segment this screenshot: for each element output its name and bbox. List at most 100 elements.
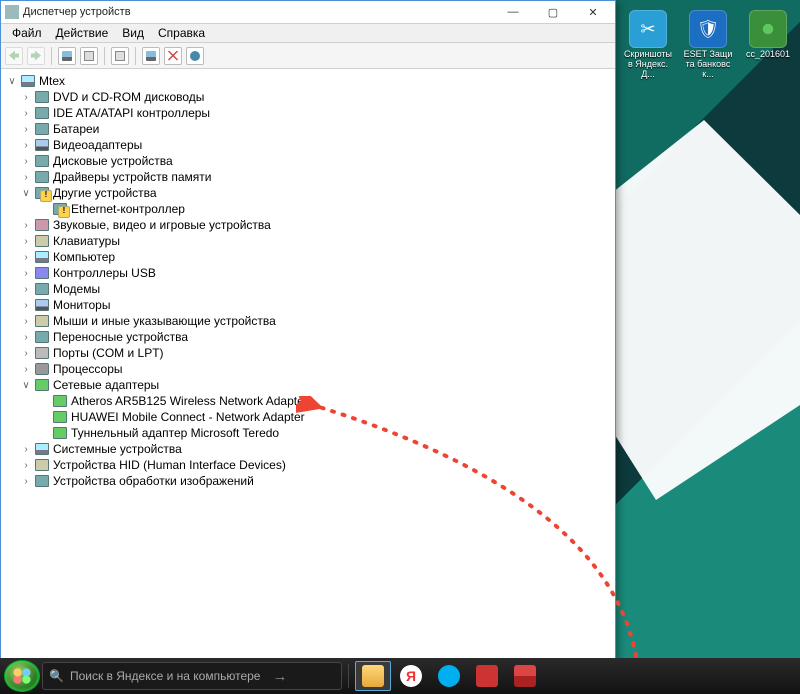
desktop-icon-eset[interactable]: 🛡 ESET Защита банковск... — [682, 10, 734, 80]
desktop-icon-yandex-screenshot[interactable]: ✂ Скриншоты в Яндекс.Д... — [622, 10, 674, 80]
tree-cat-ide[interactable]: ›IDE ATA/ATAPI контроллеры — [3, 105, 613, 121]
tree-cat-modem[interactable]: ›Модемы — [3, 281, 613, 297]
tree-cat-audio[interactable]: ›Звуковые, видео и игровые устройства — [3, 217, 613, 233]
tree-cat-battery[interactable]: ›Батареи — [3, 121, 613, 137]
tree-cat-dvd[interactable]: ›DVD и CD-ROM дисководы — [3, 89, 613, 105]
tree-cat-ports[interactable]: ›Порты (COM и LPT) — [3, 345, 613, 361]
tree-cat-memory-drivers[interactable]: ›Драйверы устройств памяти — [3, 169, 613, 185]
imaging-icon — [34, 474, 50, 488]
tree-label: Мыши и иные указывающие устройства — [53, 314, 276, 328]
yandex-icon: Я — [400, 665, 422, 687]
tree-cat-disk[interactable]: ›Дисковые устройства — [3, 153, 613, 169]
show-hidden-button[interactable] — [58, 47, 76, 65]
tree-cat-hid[interactable]: ›Устройства HID (Human Interface Devices… — [3, 457, 613, 473]
search-icon: 🔍 — [49, 669, 64, 683]
menu-action[interactable]: Действие — [49, 26, 116, 40]
tree-cat-cpu[interactable]: ›Процессоры — [3, 361, 613, 377]
menu-view[interactable]: Вид — [115, 26, 151, 40]
taskbar-skype[interactable] — [431, 661, 467, 691]
monitor-icon — [34, 298, 50, 312]
battery-icon — [34, 122, 50, 136]
toolbar — [1, 43, 615, 69]
arrow-right-icon: → — [272, 668, 287, 685]
start-button[interactable] — [4, 660, 40, 692]
taskbar-yandex[interactable]: Я — [393, 661, 429, 691]
tree-label: Другие устройства — [53, 186, 157, 200]
device-tree[interactable]: ∨Mtex ›DVD и CD-ROM дисководы ›IDE ATA/A… — [1, 69, 615, 659]
keyboard-icon — [34, 234, 50, 248]
tree-cat-video[interactable]: ›Видеоадаптеры — [3, 137, 613, 153]
system-icon — [34, 442, 50, 456]
tree-label: Процессоры — [53, 362, 123, 376]
tree-item-teredo[interactable]: ·Туннельный адаптер Microsoft Teredo — [3, 425, 613, 441]
tree-label: Модемы — [53, 282, 100, 296]
tree-cat-other[interactable]: ∨Другие устройства — [3, 185, 613, 201]
tree-label: Звуковые, видео и игровые устройства — [53, 218, 271, 232]
tree-item-ethernet[interactable]: ·Ethernet-контроллер — [3, 201, 613, 217]
desktop-icons: ✂ Скриншоты в Яндекс.Д... 🛡 ESET Защита … — [622, 10, 794, 80]
menubar: Файл Действие Вид Справка — [1, 23, 615, 43]
properties-button[interactable] — [80, 47, 98, 65]
tree-cat-system[interactable]: ›Системные устройства — [3, 441, 613, 457]
tree-label: Туннельный адаптер Microsoft Teredo — [71, 426, 279, 440]
tree-cat-imaging[interactable]: ›Устройства обработки изображений — [3, 473, 613, 489]
tree-label: Драйверы устройств памяти — [53, 170, 211, 184]
taskbar-app-red[interactable] — [469, 661, 505, 691]
folder-icon — [362, 665, 384, 687]
taskbar-toolbox[interactable] — [507, 661, 543, 691]
tree-label: Мониторы — [53, 298, 110, 312]
network-adapter-icon — [52, 426, 68, 440]
taskbar-explorer[interactable] — [355, 661, 391, 691]
toolbox-icon — [514, 665, 536, 687]
tree-label: Дисковые устройства — [53, 154, 173, 168]
network-adapter-icon — [52, 410, 68, 424]
tree-label: Контроллеры USB — [53, 266, 156, 280]
maximize-button[interactable]: ▢ — [533, 1, 573, 23]
desktop-icon-cc[interactable]: сс_201601 — [742, 10, 794, 80]
tree-label: Видеоадаптеры — [53, 138, 142, 152]
menu-file[interactable]: Файл — [5, 26, 49, 40]
device-manager-window: Диспетчер устройств — ▢ ✕ Файл Действие … — [0, 0, 616, 660]
tree-cat-network[interactable]: ∨Сетевые адаптеры — [3, 377, 613, 393]
scan-hardware-button[interactable] — [186, 47, 204, 65]
mouse-icon — [34, 314, 50, 328]
help-button[interactable] — [111, 47, 129, 65]
tree-label: IDE ATA/ATAPI контроллеры — [53, 106, 210, 120]
forward-button — [27, 47, 45, 65]
display-adapter-icon — [34, 138, 50, 152]
computer-icon — [34, 250, 50, 264]
unknown-device-icon — [52, 202, 68, 216]
tree-label: Устройства HID (Human Interface Devices) — [53, 458, 286, 472]
tree-label: DVD и CD-ROM дисководы — [53, 90, 204, 104]
back-button — [5, 47, 23, 65]
tree-cat-monitor[interactable]: ›Мониторы — [3, 297, 613, 313]
other-devices-icon — [34, 186, 50, 200]
minimize-button[interactable]: — — [493, 1, 533, 23]
tree-cat-mouse[interactable]: ›Мыши и иные указывающие устройства — [3, 313, 613, 329]
titlebar[interactable]: Диспетчер устройств — ▢ ✕ — [1, 1, 615, 23]
taskbar-search[interactable]: 🔍 Поиск в Яндексе и на компьютере → — [42, 662, 342, 690]
scissors-icon: ✂ — [629, 10, 667, 48]
cpu-icon — [34, 362, 50, 376]
tree-label: Батареи — [53, 122, 99, 136]
tree-cat-portable[interactable]: ›Переносные устройства — [3, 329, 613, 345]
uninstall-button[interactable] — [164, 47, 182, 65]
tree-cat-usb[interactable]: ›Контроллеры USB — [3, 265, 613, 281]
tree-label: HUAWEI Mobile Connect - Network Adapter — [71, 410, 305, 424]
tree-item-huawei[interactable]: ·HUAWEI Mobile Connect - Network Adapter — [3, 409, 613, 425]
menu-help[interactable]: Справка — [151, 26, 212, 40]
hid-icon — [34, 458, 50, 472]
close-button[interactable]: ✕ — [573, 1, 613, 23]
tree-label: Mtex — [39, 74, 65, 88]
tree-label: Сетевые адаптеры — [53, 378, 159, 392]
tree-label: Переносные устройства — [53, 330, 188, 344]
tree-cat-keyboard[interactable]: ›Клавиатуры — [3, 233, 613, 249]
update-driver-button[interactable] — [142, 47, 160, 65]
desktop-icon-label: ESET Защита банковск... — [682, 50, 734, 80]
tree-root[interactable]: ∨Mtex — [3, 73, 613, 89]
window-title: Диспетчер устройств — [23, 6, 131, 18]
tree-item-atheros[interactable]: ·Atheros AR5B125 Wireless Network Adapte… — [3, 393, 613, 409]
desktop-icon-label: сс_201601 — [742, 50, 794, 60]
tree-cat-computer[interactable]: ›Компьютер — [3, 249, 613, 265]
taskbar: 🔍 Поиск в Яндексе и на компьютере → Я — [0, 658, 800, 694]
